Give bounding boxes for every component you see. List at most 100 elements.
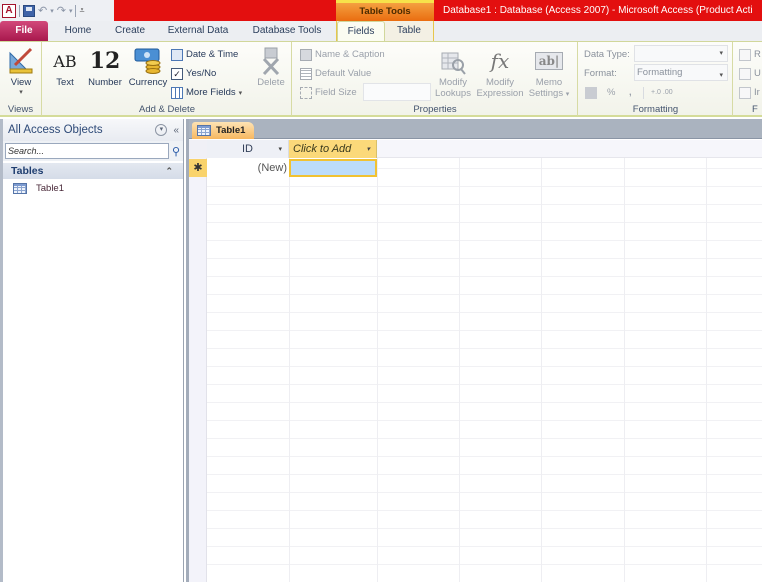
group-properties: Name & Caption Default Value Field Size … [293, 42, 578, 116]
access-app-icon[interactable]: A [2, 3, 16, 18]
document-tab-table1[interactable]: Table1 [192, 122, 254, 139]
name-caption-button[interactable]: Name & Caption [300, 46, 385, 63]
text-field-label: Text [56, 77, 74, 88]
percent-format-button[interactable]: % [607, 84, 615, 101]
currency-format-button[interactable] [585, 84, 597, 101]
field-size-input[interactable] [363, 83, 431, 101]
title-bar: A ↶ ▾ ↷ ▾ ⩡ Table Tools Database1 : Data… [0, 0, 762, 21]
tab-external-data[interactable]: External Data [160, 21, 236, 41]
column-header-id[interactable]: ID ▾ [207, 140, 289, 158]
format-dropdown[interactable]: Formatting ▾ [634, 64, 728, 81]
grid-column-line [541, 140, 542, 582]
redo-dropdown-icon[interactable]: ▾ [69, 7, 73, 15]
more-fields-icon [171, 86, 183, 99]
new-record-icon[interactable]: ✱ [189, 159, 207, 177]
name-caption-label: Name & Caption [315, 49, 385, 60]
grid-column-line [706, 140, 707, 582]
memo-settings-button[interactable]: ab| Memo Settings ▾ [526, 45, 572, 100]
redo-icon[interactable]: ↷ [57, 4, 66, 17]
nav-section-tables[interactable]: Tables ⌃ [3, 163, 183, 179]
tab-file[interactable]: File [0, 21, 48, 41]
id-cell[interactable]: (New) [207, 159, 289, 177]
document-area: Table1 ID ▾ Click to Add ▾ ✱ (New) [186, 119, 762, 582]
click-to-add-cell[interactable] [289, 159, 377, 177]
currency-field-button[interactable]: Currency [126, 45, 170, 88]
more-fields-label: More Fields [186, 87, 236, 98]
grid-column-line [459, 140, 460, 582]
document-tab-label: Table1 [216, 125, 246, 136]
delete-label: Delete [257, 77, 285, 88]
quick-access-toolbar: A ↶ ▾ ↷ ▾ ⩡ [0, 0, 114, 21]
default-value-label: Default Value [315, 68, 372, 79]
group-formatting: Data Type: ▾ Format: Formatting ▾ % , +.… [579, 42, 733, 116]
title-bar-background [114, 0, 336, 21]
modify-expression-label-2: Expression [476, 88, 524, 99]
default-value-button[interactable]: Default Value [300, 65, 371, 82]
chevron-down-icon: ▾ [719, 72, 723, 79]
group-label-formatting: Formatting [632, 104, 679, 115]
tab-home[interactable]: Home [54, 21, 102, 41]
group-label-add-delete: Add & Delete [139, 104, 195, 115]
table-icon [13, 182, 27, 194]
datasheet-grid[interactable]: ID ▾ Click to Add ▾ ✱ (New) [189, 140, 762, 582]
save-icon[interactable] [23, 4, 35, 17]
indexed-checkbox[interactable]: Ir [739, 84, 760, 101]
text-field-icon: AB [53, 51, 77, 71]
undo-dropdown-icon[interactable]: ▾ [50, 7, 54, 15]
date-time-label: Date & Time [186, 49, 239, 60]
search-icon[interactable]: ⚲ [172, 145, 180, 158]
undo-icon[interactable]: ↶ [38, 4, 47, 17]
chevron-down-icon[interactable]: ▾ [278, 145, 282, 153]
increase-decimals-button[interactable]: +.0 .00 [651, 84, 673, 101]
data-type-dropdown[interactable]: ▾ [634, 45, 728, 62]
number-field-button[interactable]: 12 Number [85, 45, 125, 88]
view-label: View [10, 77, 32, 88]
modify-lookups-button[interactable]: Modify Lookups [432, 45, 474, 99]
ribbon: View ▾ Views AB Text 12 Number Currency … [0, 41, 762, 117]
comma-format-button[interactable]: , [629, 84, 632, 101]
currency-field-label: Currency [128, 77, 168, 88]
checkbox-icon: ✓ [171, 67, 183, 80]
customize-qat-icon[interactable]: ⩡ [79, 6, 84, 16]
column-header-click-to-add[interactable]: Click to Add ▾ [289, 140, 377, 158]
tab-database-tools[interactable]: Database Tools [244, 21, 330, 41]
grid-column-line [377, 140, 378, 582]
view-button[interactable]: View ▾ [1, 45, 41, 96]
text-field-button[interactable]: AB Text [45, 45, 85, 89]
modify-lookups-label-2: Lookups [435, 88, 471, 99]
number-field-icon: 12 [89, 48, 121, 74]
delete-field-button[interactable]: Delete [251, 45, 291, 88]
grid-column-line [624, 140, 625, 582]
chevron-down-icon: ▾ [719, 50, 723, 57]
chevron-down-icon[interactable]: ▾ [366, 145, 370, 153]
more-fields-button[interactable]: More Fields ▾ [171, 84, 242, 101]
nav-search-input[interactable]: Search... [5, 143, 169, 159]
required-checkbox[interactable]: R [739, 46, 761, 63]
view-icon [1, 45, 41, 77]
currency-format-icon [585, 86, 597, 99]
unique-checkbox[interactable]: U [739, 65, 761, 82]
date-time-button[interactable]: Date & Time [171, 46, 238, 63]
record-selector-column [189, 140, 207, 582]
yes-no-button[interactable]: ✓ Yes/No [171, 65, 216, 82]
qat-divider [19, 4, 20, 17]
grid-column-line [289, 140, 290, 582]
view-dropdown-arrow: ▾ [19, 89, 23, 96]
tab-table[interactable]: Table [388, 21, 430, 41]
formatting-divider [643, 87, 644, 99]
nav-pane-header[interactable]: All Access Objects ▾ « [3, 119, 183, 141]
group-views: View ▾ Views [0, 42, 42, 116]
qat-divider [75, 4, 77, 17]
group-label-properties: Properties [413, 104, 457, 115]
tab-fields[interactable]: Fields [337, 21, 385, 41]
nav-menu-icon[interactable]: ▾ [155, 124, 168, 136]
modify-expression-button[interactable]: fx Modify Expression [476, 45, 524, 99]
group-add-delete: AB Text 12 Number Currency Date & Time ✓… [43, 42, 292, 116]
collapse-nav-icon[interactable]: « [173, 125, 179, 136]
number-field-label: Number [88, 77, 122, 88]
column-header-label: Click to Add [293, 143, 352, 155]
field-size-label: Field Size [315, 87, 357, 98]
tab-create[interactable]: Create [106, 21, 154, 41]
nav-item-table1[interactable]: Table1 [3, 179, 183, 197]
select-all-corner[interactable] [189, 140, 207, 158]
